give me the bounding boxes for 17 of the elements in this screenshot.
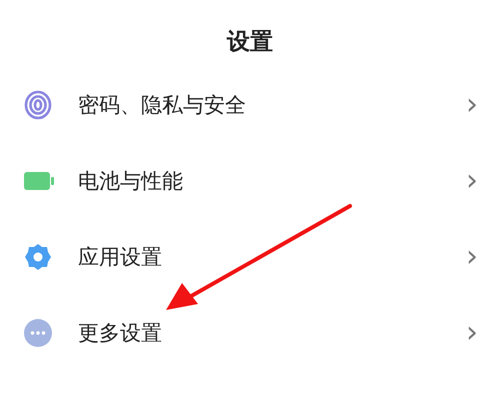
item-label: 更多设置 [78, 320, 163, 347]
chevron-icon: › [466, 318, 478, 348]
fingerprint-icon [24, 90, 52, 120]
page-title: 设置 [226, 28, 274, 57]
settings-item[interactable]: 密码、隐私与安全 › [0, 67, 500, 143]
more-icon [24, 319, 52, 347]
settings-item[interactable]: 电池与性能 › [0, 143, 500, 219]
chevron-icon: › [466, 90, 478, 120]
chevron-icon: › [466, 166, 478, 196]
item-label: 密码、隐私与安全 [78, 92, 247, 119]
battery-icon [24, 172, 54, 190]
settings-item[interactable]: 应用设置 › [0, 219, 500, 295]
settings-item[interactable]: 更多设置 › [0, 295, 500, 371]
item-label: 电池与性能 [78, 168, 184, 195]
chevron-icon: › [466, 242, 478, 272]
gear-icon [24, 243, 52, 271]
item-label: 应用设置 [78, 244, 163, 271]
